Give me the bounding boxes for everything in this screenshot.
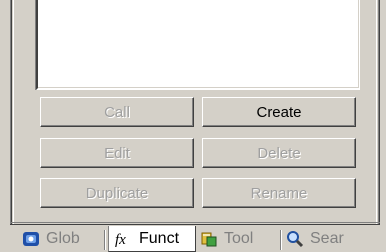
function-panel: Call Create Edit Delete Duplicate Rename…	[0, 0, 386, 252]
tab-strip: Glob fx Funct Tool Sear	[0, 226, 386, 252]
tab-search-label: Sear	[310, 230, 344, 247]
tab-search[interactable]: Sear	[286, 226, 376, 252]
frame-border	[10, 224, 380, 225]
rename-button[interactable]: Rename	[202, 178, 356, 208]
tab-globals[interactable]: Glob	[22, 226, 102, 252]
function-list[interactable]	[36, 0, 360, 90]
tab-separator	[105, 230, 106, 250]
frame-border	[11, 0, 12, 225]
duplicate-button[interactable]: Duplicate	[40, 178, 194, 208]
create-button[interactable]: Create	[202, 97, 356, 127]
search-icon	[286, 230, 304, 248]
tab-tools[interactable]: Tool	[200, 226, 278, 252]
function-fx-icon: fx	[115, 230, 133, 248]
tab-functions[interactable]: fx Funct	[108, 226, 196, 252]
frame-border	[10, 222, 380, 223]
tab-separator	[281, 230, 282, 250]
call-button[interactable]: Call	[40, 97, 194, 127]
frame-border	[13, 0, 14, 225]
delete-button[interactable]: Delete	[202, 138, 356, 168]
tab-functions-label: Funct	[139, 229, 180, 247]
svg-text:fx: fx	[115, 232, 126, 248]
frame-border	[379, 0, 380, 225]
tools-icon	[200, 230, 218, 248]
frame-border	[376, 0, 377, 225]
tab-tools-label: Tool	[224, 230, 254, 247]
edit-button[interactable]: Edit	[40, 138, 194, 168]
tab-globals-label: Glob	[46, 230, 80, 247]
globals-icon	[22, 230, 40, 248]
